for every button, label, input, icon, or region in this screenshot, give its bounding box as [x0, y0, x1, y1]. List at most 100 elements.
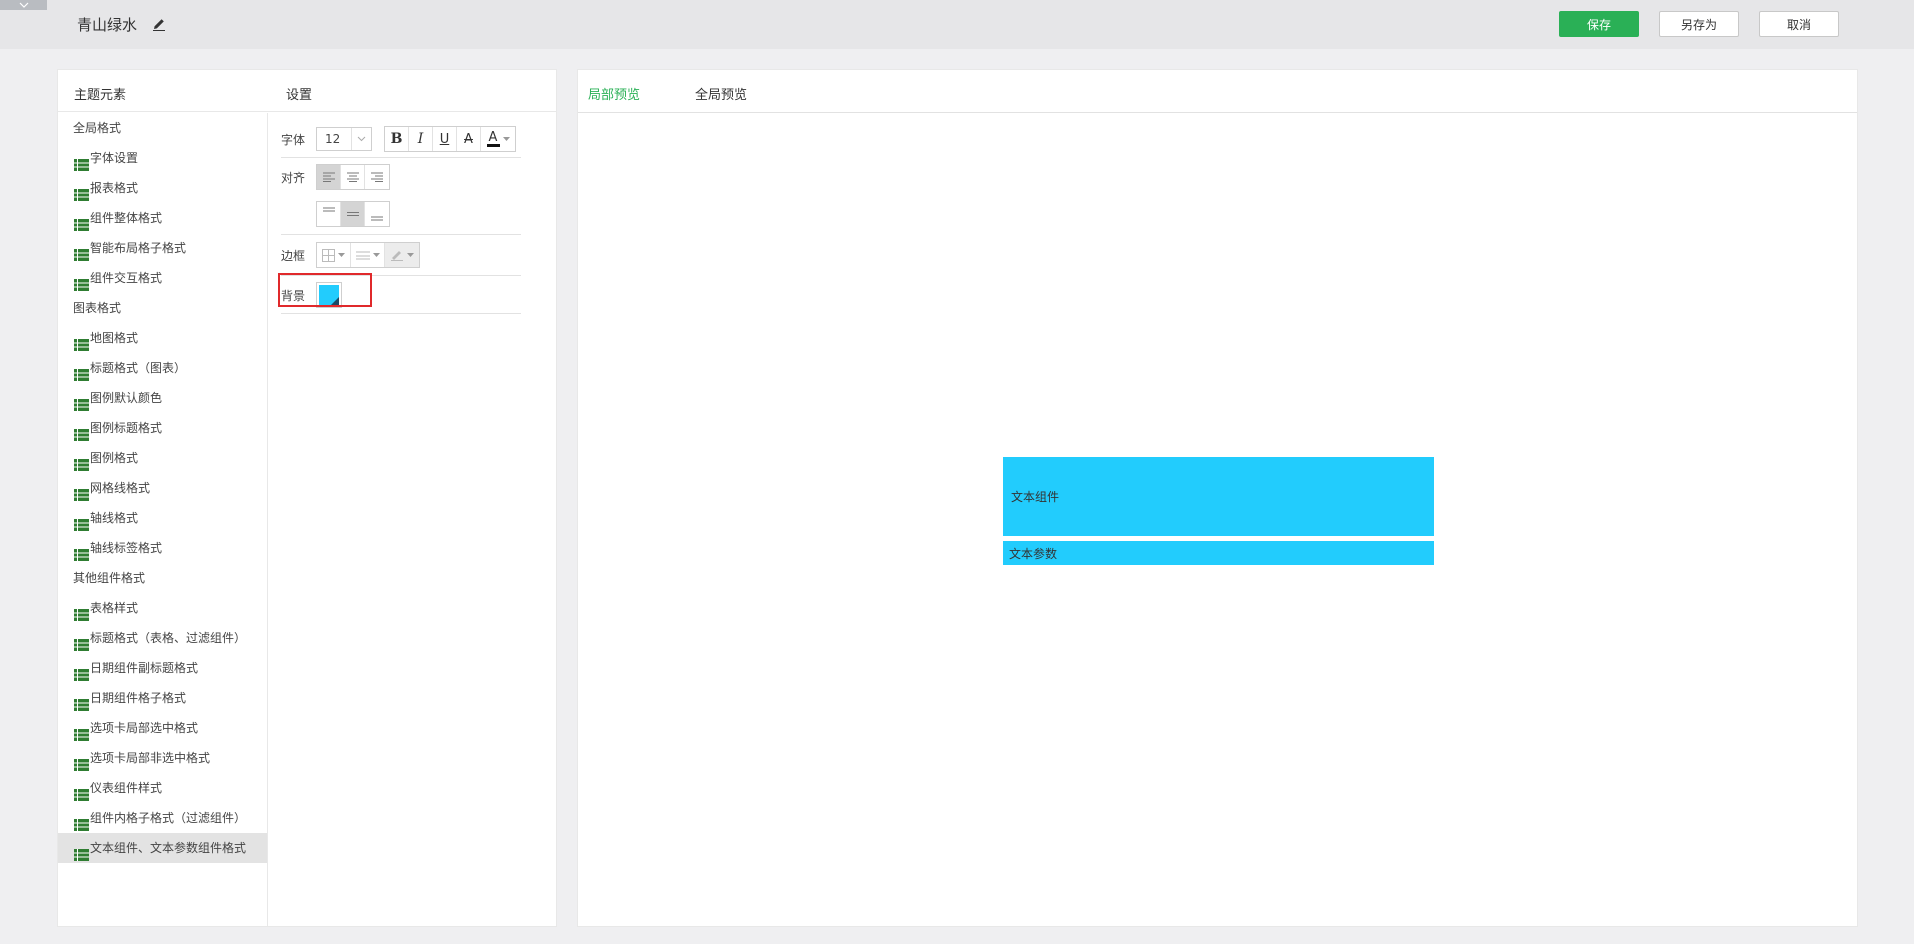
table-icon	[74, 272, 89, 291]
element-list-item[interactable]: 文本组件、文本参数组件格式	[58, 833, 267, 863]
border-label: 边框	[281, 248, 306, 263]
element-list-item[interactable]: 日期组件格子格式	[58, 683, 267, 713]
element-label: 选项卡局部选中格式	[90, 721, 199, 735]
element-label: 标题格式（图表）	[90, 361, 187, 375]
element-list-item[interactable]: 仪表组件样式	[58, 773, 267, 803]
settings-panel: 字体 12 B I U A A 对齐 边框 背景	[269, 113, 556, 926]
tab-local-preview[interactable]: 局部预览	[588, 84, 640, 103]
element-list-item[interactable]: 日期组件副标题格式	[58, 653, 267, 683]
align-middle-button[interactable]	[341, 202, 365, 226]
theme-elements-heading: 主题元素	[74, 88, 127, 103]
border-color-button[interactable]	[385, 243, 419, 267]
element-list-item[interactable]: 地图格式	[58, 323, 267, 353]
tab-global-preview[interactable]: 全局预览	[695, 84, 747, 103]
text-param-preview: 文本参数	[1003, 541, 1434, 565]
bold-button[interactable]: B	[385, 127, 409, 151]
element-label: 地图格式	[90, 331, 139, 345]
align-top-icon	[322, 207, 335, 212]
table-icon	[74, 392, 89, 411]
element-list-item[interactable]: 轴线标签格式	[58, 533, 267, 563]
align-center-button[interactable]	[341, 165, 365, 189]
table-icon	[74, 452, 89, 471]
element-label: 文本组件、文本参数组件格式	[90, 841, 247, 855]
horizontal-align-group	[316, 164, 390, 190]
font-color-icon: A	[486, 131, 500, 147]
align-bottom-button[interactable]	[365, 202, 389, 226]
pencil-icon[interactable]	[151, 16, 167, 32]
save-button[interactable]: 保存	[1559, 11, 1639, 37]
table-icon	[74, 692, 89, 711]
element-group-header: 全局格式	[58, 113, 267, 143]
caret-down-icon	[502, 137, 510, 141]
collapse-toggle[interactable]	[0, 0, 47, 10]
table-icon	[74, 542, 89, 561]
italic-glyph: I	[417, 131, 424, 147]
align-right-icon	[371, 172, 383, 182]
font-size-select[interactable]: 12	[316, 127, 372, 151]
border-row: 边框	[281, 241, 521, 269]
text-component-preview: 文本组件	[1003, 457, 1434, 536]
save-as-button[interactable]: 另存为	[1659, 11, 1739, 37]
theme-editor-panel: 主题元素 设置 全局格式 字体设置报表格式组件整体格式智能布局格子格式组件交互格式…	[57, 69, 557, 927]
element-label: 图例格式	[90, 451, 139, 465]
italic-button[interactable]: I	[409, 127, 433, 151]
settings-heading: 设置	[286, 88, 313, 103]
border-style-button[interactable]	[351, 243, 385, 267]
element-list-item[interactable]: 组件内格子格式（过滤组件）	[58, 803, 267, 833]
element-label: 组件整体格式	[90, 211, 163, 225]
element-label: 报表格式	[90, 181, 139, 195]
element-label: 轴线标签格式	[90, 541, 163, 555]
table-icon	[74, 362, 89, 381]
caret-down-icon	[407, 253, 414, 257]
chevron-down-icon	[351, 128, 371, 150]
element-list-item[interactable]: 表格样式	[58, 593, 267, 623]
element-label: 组件内格子格式（过滤组件）	[90, 811, 247, 825]
border-position-button[interactable]	[317, 243, 351, 267]
divider	[281, 234, 521, 235]
element-group-header: 图表格式	[58, 293, 267, 323]
cancel-button[interactable]: 取消	[1759, 11, 1839, 37]
theme-name: 青山绿水	[77, 16, 138, 34]
border-grid-icon	[322, 248, 335, 262]
element-list-item[interactable]: 组件交互格式	[58, 263, 267, 293]
pen-icon	[391, 251, 403, 261]
table-icon	[74, 812, 89, 831]
text-style-toolbar: B I U A A	[384, 126, 516, 152]
element-list-item[interactable]: 组件整体格式	[58, 203, 267, 233]
text-component-label: 文本组件	[1011, 490, 1060, 504]
element-list-item[interactable]: 字体设置	[58, 143, 267, 173]
top-bar: 青山绿水 保存 另存为 取消	[0, 0, 1914, 49]
table-icon	[74, 602, 89, 621]
element-list-item[interactable]: 图例默认颜色	[58, 383, 267, 413]
align-center-icon	[346, 172, 359, 182]
align-right-button[interactable]	[365, 165, 389, 189]
font-row: 字体 12 B I U A A	[281, 125, 521, 153]
element-list-item[interactable]: 图例标题格式	[58, 413, 267, 443]
element-label: 图例标题格式	[90, 421, 163, 435]
element-list-item[interactable]: 标题格式（表格、过滤组件）	[58, 623, 267, 653]
table-icon	[74, 242, 89, 261]
element-list-item[interactable]: 智能布局格子格式	[58, 233, 267, 263]
align-top-button[interactable]	[317, 202, 341, 226]
table-icon	[74, 152, 89, 171]
align-left-button[interactable]	[317, 165, 341, 189]
element-label: 组件交互格式	[90, 271, 163, 285]
element-group-header: 其他组件格式	[58, 563, 267, 593]
align-bottom-icon	[371, 216, 383, 221]
element-list-item[interactable]: 网格线格式	[58, 473, 267, 503]
panel-header: 主题元素 设置	[58, 70, 556, 112]
element-list-item[interactable]: 选项卡局部选中格式	[58, 713, 267, 743]
divider	[281, 313, 521, 314]
element-label: 日期组件格子格式	[90, 691, 187, 705]
element-label: 标题格式（表格、过滤组件）	[90, 631, 247, 645]
divider	[281, 157, 521, 158]
element-list-item[interactable]: 选项卡局部非选中格式	[58, 743, 267, 773]
element-list-item[interactable]: 报表格式	[58, 173, 267, 203]
vertical-align-group	[316, 201, 390, 227]
underline-button[interactable]: U	[433, 127, 457, 151]
font-color-button[interactable]: A	[481, 127, 515, 151]
strikethrough-button[interactable]: A	[457, 127, 481, 151]
element-list-item[interactable]: 图例格式	[58, 443, 267, 473]
element-list-item[interactable]: 标题格式（图表）	[58, 353, 267, 383]
element-list-item[interactable]: 轴线格式	[58, 503, 267, 533]
